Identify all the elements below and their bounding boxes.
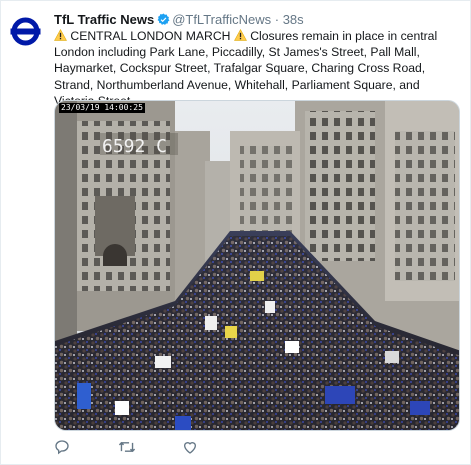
tweet-text: CENTRAL LONDON MARCH Closures remain in … (54, 28, 460, 109)
camera-timestamp: 23/03/19 14:00:25 (59, 103, 145, 113)
reply-button[interactable] (54, 439, 72, 457)
avatar[interactable] (9, 15, 42, 48)
timestamp[interactable]: 38s (283, 12, 304, 27)
heart-icon (183, 442, 197, 454)
user-handle[interactable]: @TfLTrafficNews (172, 12, 271, 27)
cctv-crowd-photo: 6592 C (55, 101, 459, 430)
tweet-text-headline: CENTRAL LONDON MARCH (67, 29, 234, 43)
retweet-button[interactable] (118, 439, 136, 457)
retweet-icon (118, 441, 136, 453)
reply-icon (55, 440, 69, 455)
tweet-actions (54, 439, 460, 457)
verified-badge-icon (157, 13, 170, 26)
tfl-roundel-icon (9, 15, 42, 48)
warning-icon (233, 29, 247, 41)
tweet-card: TfL Traffic News @TfLTrafficNews · 38s CE… (0, 0, 471, 465)
separator-dot: · (274, 12, 280, 27)
warning-icon (54, 29, 67, 41)
like-button[interactable] (182, 439, 200, 457)
tweet-header: TfL Traffic News @TfLTrafficNews · 38s (54, 11, 464, 29)
tweet-media-photo[interactable]: 6592 C 23/03/19 14:00:25 (54, 100, 460, 431)
camera-sign-text: 6592 C (102, 136, 167, 157)
display-name[interactable]: TfL Traffic News (54, 12, 154, 27)
